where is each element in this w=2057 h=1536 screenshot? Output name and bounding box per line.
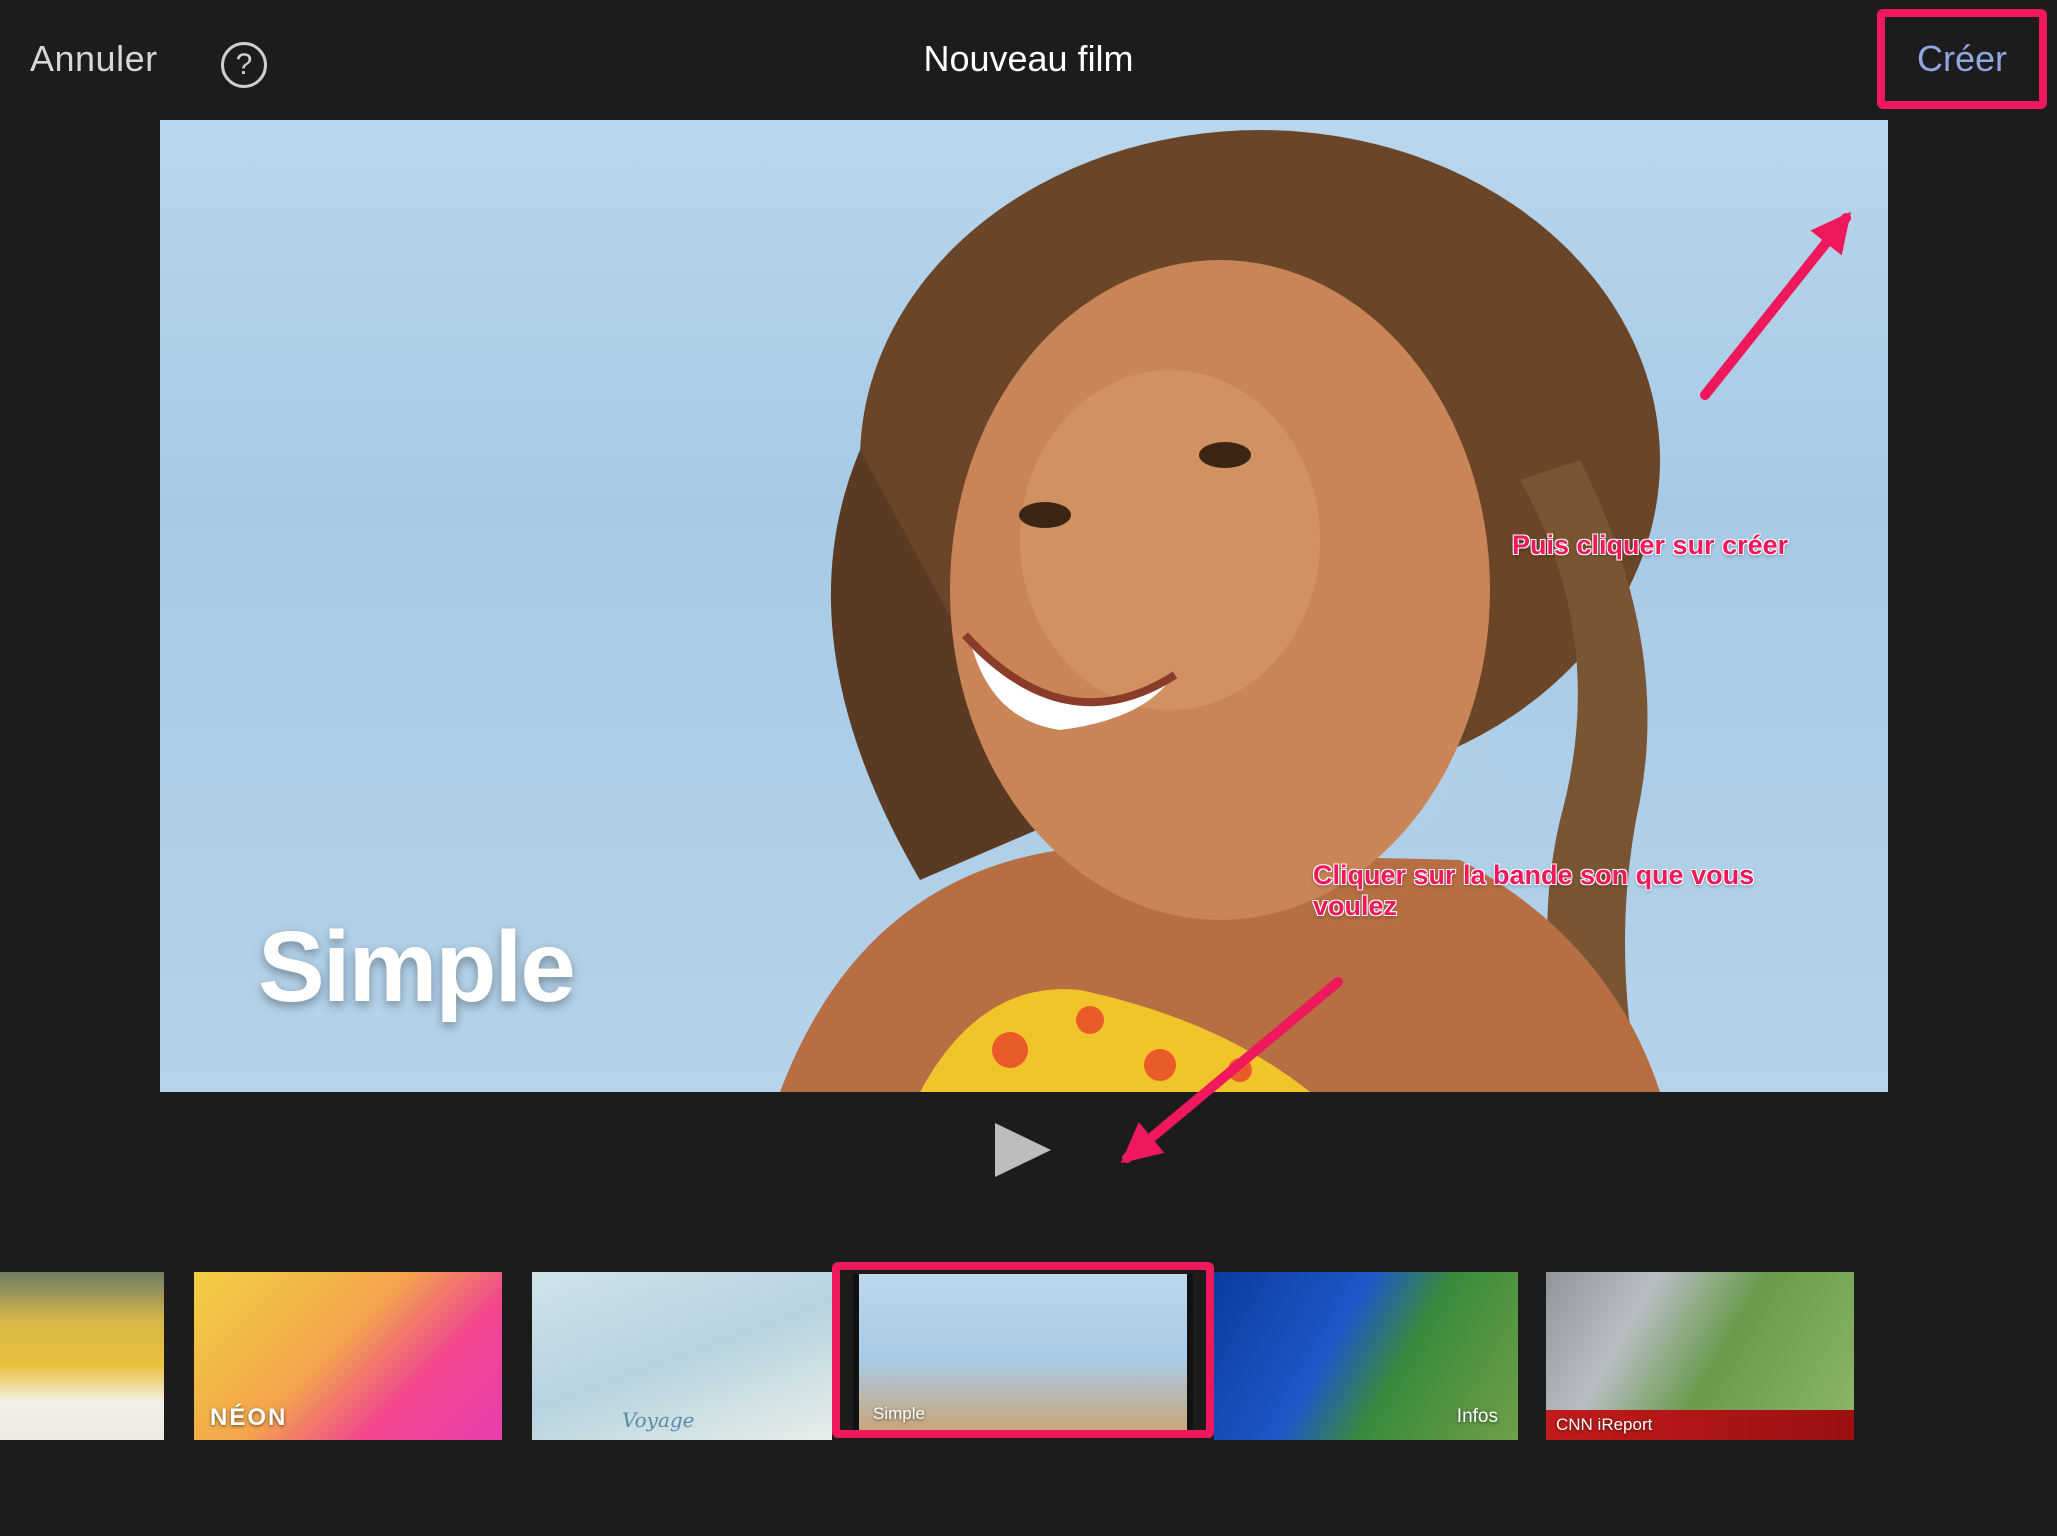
theme-label: Voyage bbox=[622, 1408, 695, 1432]
play-button[interactable] bbox=[995, 1123, 1051, 1177]
theme-thumbnail-cnn-ireport[interactable]: CNN iReport bbox=[1546, 1272, 1854, 1440]
create-button-highlight[interactable]: Créer bbox=[1877, 9, 2047, 109]
theme-label: Infos bbox=[1456, 1406, 1498, 1427]
theme-strip: NÉON Voyage Simple Infos CNN iReport bbox=[0, 1260, 2057, 1440]
theme-thumbnail-news[interactable]: Infos bbox=[1214, 1272, 1518, 1440]
theme-preview: Simple bbox=[160, 120, 1888, 1092]
theme-label: CNN iReport bbox=[1556, 1415, 1653, 1434]
top-bar: Annuler ? Nouveau film Créer bbox=[0, 0, 2057, 120]
theme-thumbnail-bright[interactable] bbox=[0, 1272, 164, 1440]
help-icon[interactable]: ? bbox=[221, 42, 267, 88]
theme-thumbnail-neon[interactable]: NÉON bbox=[194, 1272, 502, 1440]
theme-label: NÉON bbox=[210, 1404, 288, 1431]
create-button[interactable]: Créer bbox=[1917, 38, 2007, 80]
annotation-choose-soundtrack: Cliquer sur la bande son que vous voulez bbox=[1313, 860, 1755, 921]
theme-thumbnail-voyage[interactable]: Voyage bbox=[532, 1272, 832, 1440]
selected-theme-highlight[interactable] bbox=[832, 1262, 1214, 1438]
theme-title-overlay: Simple bbox=[258, 911, 576, 1023]
cancel-button[interactable]: Annuler bbox=[30, 38, 158, 80]
page-title: Nouveau film bbox=[923, 38, 1134, 79]
annotation-click-create: Puis cliquer sur créer bbox=[1512, 530, 1789, 560]
